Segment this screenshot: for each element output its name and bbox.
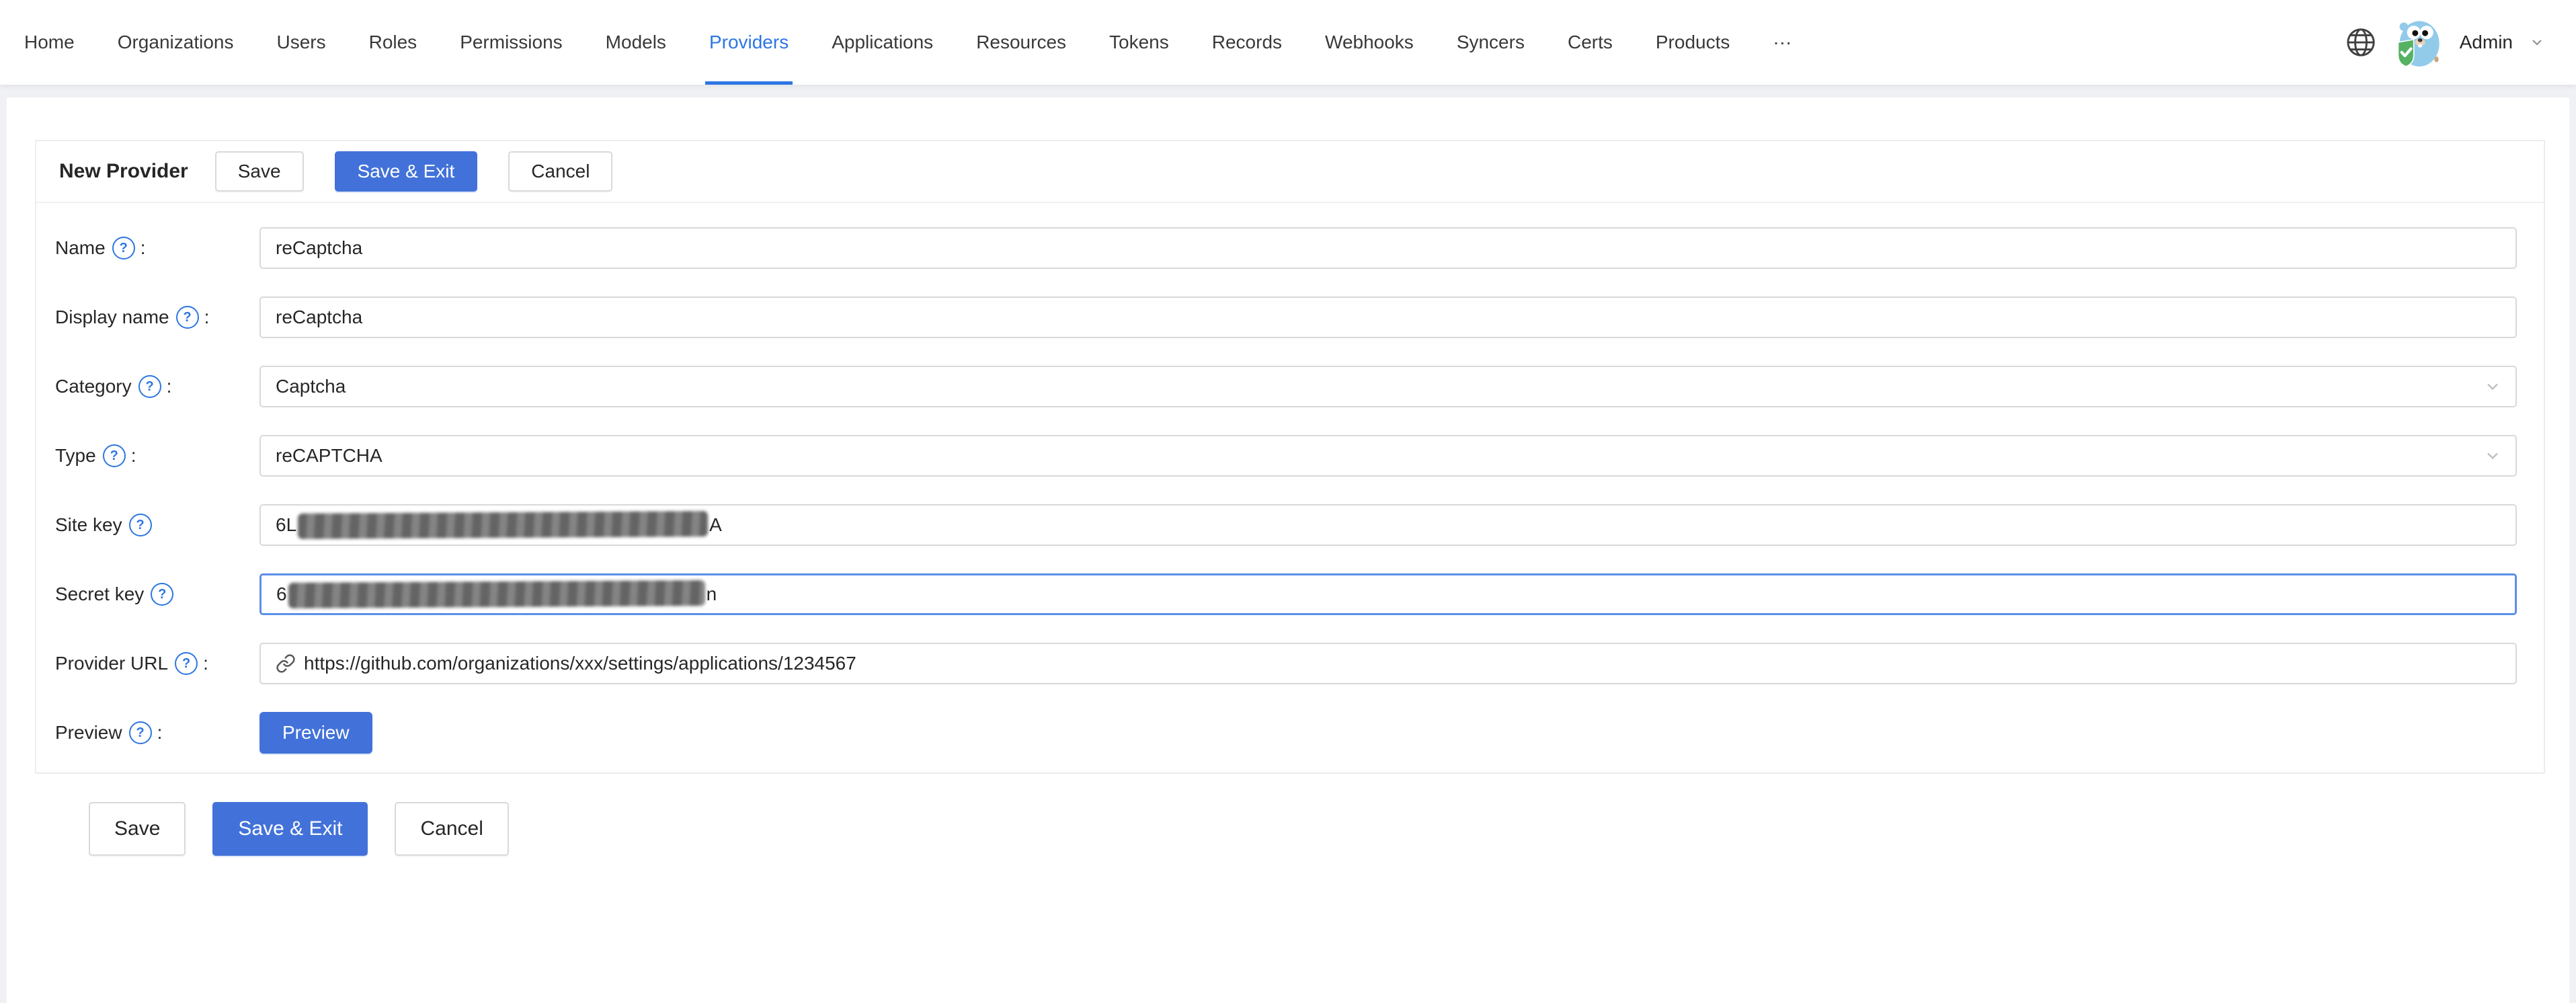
nav-item-users[interactable]: Users — [255, 0, 347, 85]
language-globe-icon[interactable] — [2345, 27, 2376, 58]
nav-item-syncers[interactable]: Syncers — [1435, 0, 1546, 85]
preview-button[interactable]: Preview — [259, 712, 372, 754]
display-name-label: Display name ? : — [55, 306, 259, 329]
category-label-text: Category — [55, 376, 132, 397]
colon: : — [157, 722, 163, 743]
form-row-name: Name ? : — [55, 227, 2517, 269]
nav-item-roles[interactable]: Roles — [348, 0, 439, 85]
form-row-display-name: Display name ? : — [55, 296, 2517, 338]
redaction-scribble — [298, 511, 709, 539]
nav-overflow-ellipsis[interactable]: ··· — [1751, 0, 1813, 85]
provider-card: New Provider Save Save & Exit Cancel Nam… — [35, 140, 2545, 774]
form-row-type: Type ? : reCAPTCHA — [55, 435, 2517, 477]
nav-item-applications[interactable]: Applications — [810, 0, 955, 85]
top-nav: Home Organizations Users Roles Permissio… — [0, 0, 2576, 85]
nav-item-permissions[interactable]: Permissions — [438, 0, 583, 85]
colon: : — [166, 376, 172, 397]
nav-item-organizations[interactable]: Organizations — [96, 0, 255, 85]
form-row-secret-key: Secret key ? 6 n — [55, 573, 2517, 615]
category-label: Category ? : — [55, 375, 259, 398]
help-icon[interactable]: ? — [128, 721, 152, 744]
name-input[interactable] — [259, 227, 2517, 269]
provider-url-label: Provider URL ? : — [55, 652, 259, 675]
nav-item-products[interactable]: Products — [1634, 0, 1752, 85]
name-label: Name ? : — [55, 237, 259, 259]
nav-item-home[interactable]: Home — [3, 0, 96, 85]
form-row-category: Category ? : Captcha — [55, 366, 2517, 407]
page-background: New Provider Save Save & Exit Cancel Nam… — [0, 85, 2576, 1003]
save-button-bottom[interactable]: Save — [89, 802, 186, 856]
save-button-top[interactable]: Save — [214, 151, 304, 192]
nav-item-tokens[interactable]: Tokens — [1088, 0, 1191, 85]
nav-menu: Home Organizations Users Roles Permissio… — [0, 0, 1813, 85]
category-select[interactable]: Captcha — [259, 366, 2517, 407]
type-label-text: Type — [55, 445, 96, 466]
chevron-down-icon — [2483, 377, 2502, 396]
help-icon[interactable]: ? — [102, 444, 126, 467]
help-icon[interactable]: ? — [151, 583, 174, 606]
type-select-value: reCAPTCHA — [276, 445, 383, 466]
type-label: Type ? : — [55, 444, 259, 467]
site-key-label-text: Site key — [55, 514, 122, 535]
preview-label: Preview ? : — [55, 721, 259, 744]
type-select[interactable]: reCAPTCHA — [259, 435, 2517, 477]
secret-key-label-text: Secret key — [55, 584, 145, 604]
site-key-prefix: 6L — [276, 514, 297, 535]
provider-form: Name ? : Display name ? : — [36, 203, 2544, 772]
colon: : — [204, 307, 210, 327]
footer-actions: Save Save & Exit Cancel — [89, 802, 2569, 856]
help-icon[interactable]: ? — [138, 375, 161, 398]
chevron-down-icon — [2529, 34, 2545, 50]
nav-item-records[interactable]: Records — [1191, 0, 1303, 85]
nav-item-resources[interactable]: Resources — [955, 0, 1088, 85]
save-exit-button-top[interactable]: Save & Exit — [334, 151, 478, 192]
nav-item-models[interactable]: Models — [584, 0, 688, 85]
site-key-label: Site key ? — [55, 514, 259, 536]
nav-item-providers[interactable]: Providers — [688, 0, 810, 85]
colon: : — [140, 237, 146, 258]
colon: : — [130, 445, 136, 466]
avatar[interactable] — [2392, 17, 2444, 68]
secret-key-input[interactable]: 6 n — [259, 573, 2517, 615]
chevron-down-icon — [2483, 446, 2502, 465]
save-exit-button-bottom[interactable]: Save & Exit — [212, 802, 368, 856]
cancel-button-top[interactable]: Cancel — [508, 151, 613, 192]
user-menu[interactable]: Admin — [2460, 32, 2513, 53]
display-name-input[interactable] — [259, 296, 2517, 338]
site-key-input[interactable]: 6L A — [259, 504, 2517, 546]
page-title: New Provider — [59, 160, 188, 182]
form-row-provider-url: Provider URL ? : https://github.com/orga… — [55, 643, 2517, 684]
provider-url-label-text: Provider URL — [55, 653, 169, 674]
secret-key-label: Secret key ? — [55, 583, 259, 606]
nav-item-webhooks[interactable]: Webhooks — [1303, 0, 1435, 85]
secret-key-prefix: 6 — [276, 584, 287, 604]
category-select-value: Captcha — [276, 376, 346, 397]
nav-item-certs[interactable]: Certs — [1546, 0, 1634, 85]
help-icon[interactable]: ? — [175, 652, 198, 675]
form-row-preview: Preview ? : Preview — [55, 712, 2517, 754]
site-key-suffix: A — [709, 514, 722, 535]
provider-url-input[interactable]: https://github.com/organizations/xxx/set… — [259, 643, 2517, 684]
card-header: New Provider Save Save & Exit Cancel — [36, 141, 2544, 203]
redaction-scribble — [288, 580, 705, 608]
colon: : — [203, 653, 208, 674]
form-row-site-key: Site key ? 6L A — [55, 504, 2517, 546]
display-name-label-text: Display name — [55, 307, 169, 327]
cancel-button-bottom[interactable]: Cancel — [395, 802, 509, 856]
help-icon[interactable]: ? — [128, 514, 152, 536]
name-label-text: Name — [55, 237, 106, 258]
preview-label-text: Preview — [55, 722, 122, 743]
help-icon[interactable]: ? — [112, 237, 135, 259]
nav-right-section: Admin — [2345, 17, 2576, 68]
content-panel: New Provider Save Save & Exit Cancel Nam… — [7, 97, 2569, 1003]
secret-key-suffix: n — [706, 584, 717, 604]
link-icon — [276, 653, 296, 674]
help-icon[interactable]: ? — [175, 306, 199, 329]
provider-url-value: https://github.com/organizations/xxx/set… — [304, 653, 856, 674]
